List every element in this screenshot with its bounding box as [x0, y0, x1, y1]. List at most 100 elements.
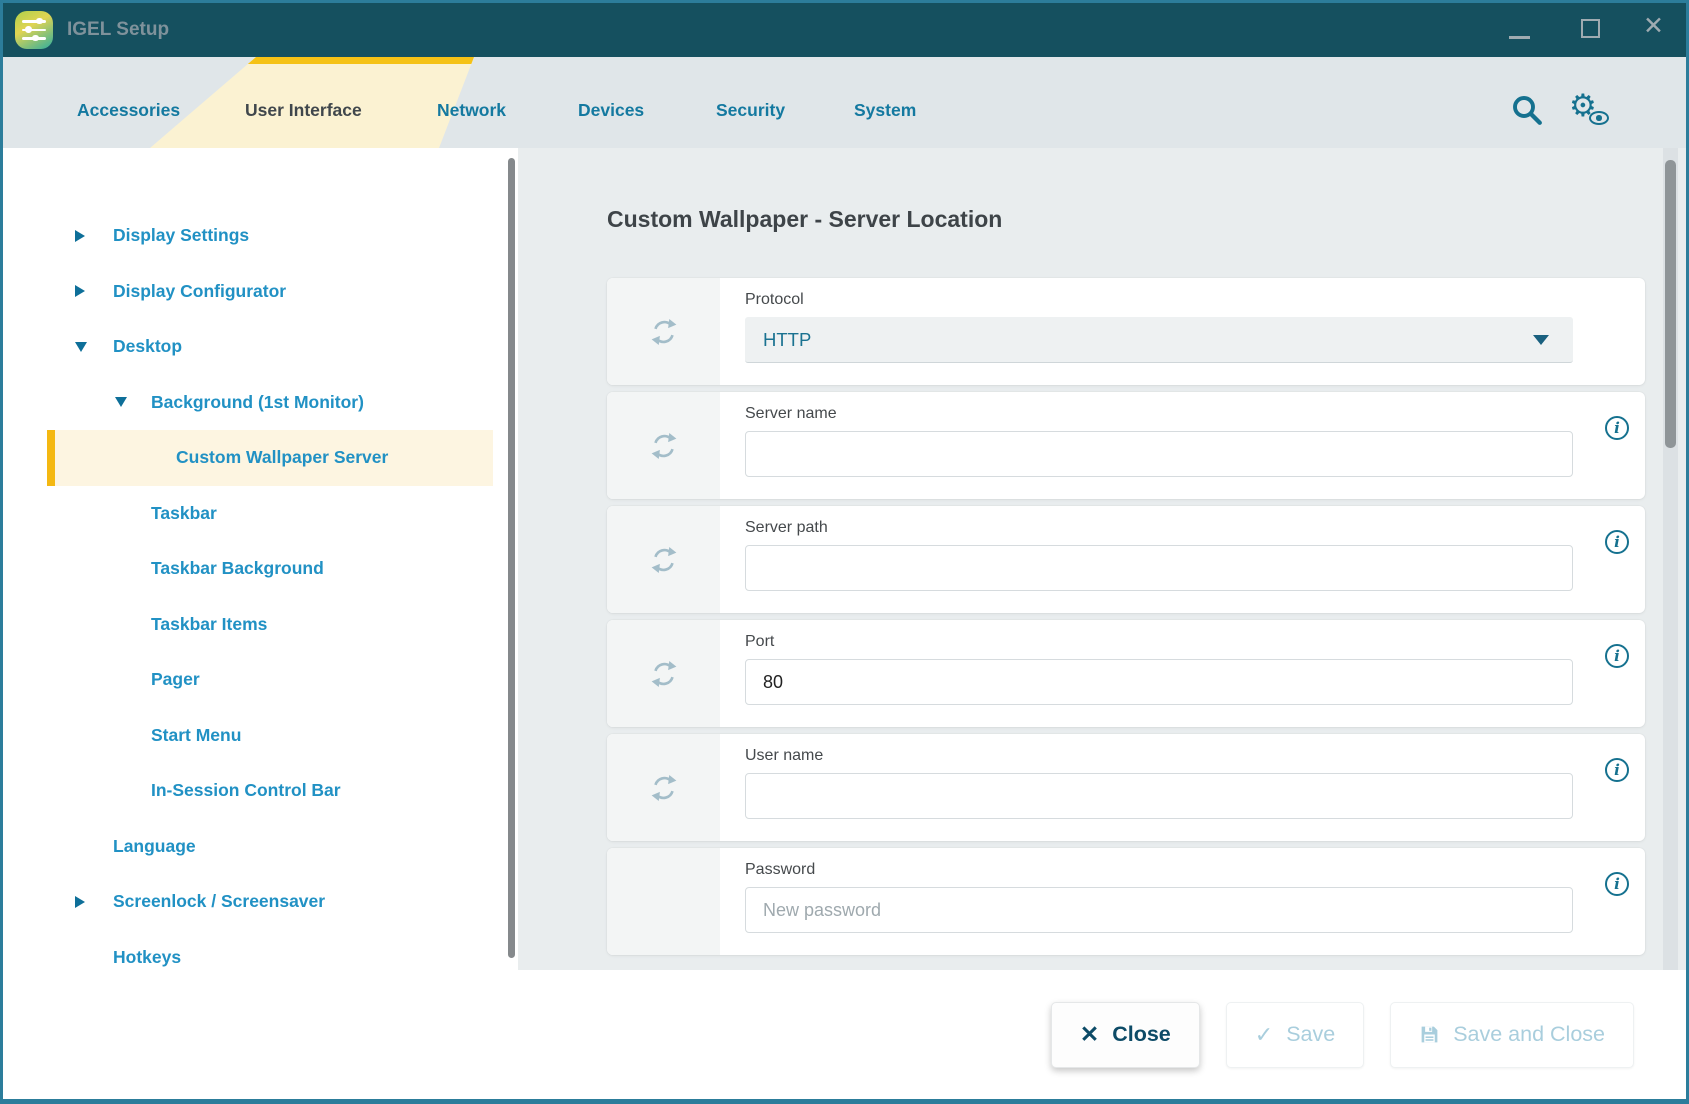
field-label: Server name	[745, 405, 1645, 423]
slider-line-icon	[22, 29, 46, 32]
reset-icon	[649, 317, 679, 347]
tree-item-taskbar-items[interactable]: Taskbar Items	[3, 597, 505, 653]
form-row-protocol: Protocol HTTP	[607, 278, 1645, 385]
tree-item-taskbar-background[interactable]: Taskbar Background	[3, 541, 505, 597]
reset-button[interactable]	[607, 392, 720, 499]
expand-arrow-icon[interactable]	[75, 285, 85, 297]
field-label: Password	[745, 861, 1645, 879]
tree-item-screenlock-screensaver[interactable]: Screenlock / Screensaver	[3, 874, 505, 930]
search-icon[interactable]	[1509, 92, 1545, 133]
field-label: Protocol	[745, 291, 1645, 309]
form-row-user-name: User name i	[607, 734, 1645, 841]
close-button[interactable]: ✕ Close	[1051, 1002, 1200, 1068]
reset-button[interactable]	[607, 278, 720, 385]
main-scrollbar-thumb[interactable]	[1665, 160, 1676, 448]
collapse-arrow-icon[interactable]	[75, 342, 87, 352]
title-bar: IGEL Setup ✕	[3, 3, 1686, 57]
field-label: Server path	[745, 519, 1645, 537]
eye-icon	[1589, 111, 1609, 125]
info-icon[interactable]: i	[1605, 758, 1629, 782]
password-input[interactable]	[745, 887, 1573, 933]
footer-bar: ✕ Close ✓ Save Save and Close	[3, 970, 1686, 1099]
save-and-close-button[interactable]: Save and Close	[1390, 1002, 1634, 1068]
close-button-label: Close	[1112, 1022, 1171, 1047]
form-row-port: Port i	[607, 620, 1645, 727]
tab-user-interface[interactable]: User Interface	[245, 100, 362, 121]
protocol-selected-value: HTTP	[763, 329, 811, 351]
close-window-button[interactable]: ✕	[1643, 14, 1664, 39]
sidebar-scrollbar[interactable]	[508, 158, 515, 958]
chevron-down-icon	[1533, 335, 1549, 345]
tree-item-label: Background (1st Monitor)	[151, 392, 364, 413]
save-button[interactable]: ✓ Save	[1226, 1002, 1364, 1068]
check-icon: ✓	[1255, 1022, 1273, 1048]
form-row-password: Password i	[607, 848, 1645, 955]
tab-network[interactable]: Network	[437, 100, 506, 121]
form-row-server-name: Server name i	[607, 392, 1645, 499]
tree-item-language[interactable]: Language	[3, 819, 505, 875]
user-name-input[interactable]	[745, 773, 1573, 819]
tree-item-label: Custom Wallpaper Server	[176, 447, 388, 468]
page-title: Custom Wallpaper - Server Location	[607, 206, 1002, 233]
save-and-close-button-label: Save and Close	[1453, 1022, 1605, 1047]
close-x-icon: ✕	[1080, 1021, 1099, 1048]
server-path-input[interactable]	[745, 545, 1573, 591]
protocol-select[interactable]: HTTP	[745, 317, 1573, 363]
view-settings-icon[interactable]: ⚙	[1569, 89, 1605, 127]
tree-item-hotkeys[interactable]: Hotkeys	[3, 930, 505, 971]
tree-item-taskbar[interactable]: Taskbar	[3, 486, 505, 542]
minimize-button[interactable]	[1509, 36, 1530, 39]
reset-icon	[649, 545, 679, 575]
field-label: User name	[745, 747, 1645, 765]
window-title: IGEL Setup	[67, 19, 169, 41]
content-area: Display Settings Display Configurator De…	[3, 148, 1686, 970]
tree-item-label: Taskbar Items	[151, 614, 267, 635]
save-button-label: Save	[1286, 1022, 1335, 1047]
tree-item-display-settings[interactable]: Display Settings	[3, 208, 505, 264]
slider-line-icon	[22, 20, 46, 23]
main-scrollbar-track[interactable]	[1663, 148, 1678, 970]
tree-item-label: Hotkeys	[113, 947, 181, 968]
tab-accessories[interactable]: Accessories	[77, 100, 180, 121]
tree-item-label: Desktop	[113, 336, 182, 357]
maximize-button[interactable]	[1581, 19, 1600, 38]
info-icon[interactable]: i	[1605, 872, 1629, 896]
info-icon[interactable]: i	[1605, 530, 1629, 554]
settings-tree: Display Settings Display Configurator De…	[3, 148, 505, 970]
floppy-disk-icon	[1419, 1024, 1440, 1045]
expand-arrow-icon[interactable]	[75, 896, 85, 908]
tree-item-label: In-Session Control Bar	[151, 780, 341, 801]
reset-button[interactable]	[607, 734, 720, 841]
tree-item-desktop[interactable]: Desktop	[3, 319, 505, 375]
igel-logo-icon	[15, 11, 53, 49]
tab-security[interactable]: Security	[716, 100, 785, 121]
port-input[interactable]	[745, 659, 1573, 705]
tree-item-custom-wallpaper-server[interactable]: Custom Wallpaper Server	[47, 430, 493, 486]
reset-icon	[649, 773, 679, 803]
tree-item-display-configurator[interactable]: Display Configurator	[3, 264, 505, 320]
slider-line-icon	[22, 37, 46, 40]
tab-devices[interactable]: Devices	[578, 100, 644, 121]
settings-panel: Custom Wallpaper - Server Location	[518, 148, 1686, 970]
server-name-input[interactable]	[745, 431, 1573, 477]
tree-item-label: Pager	[151, 669, 200, 690]
igel-setup-window: IGEL Setup ✕ Accessories User Interface …	[0, 0, 1689, 1104]
form-row-server-path: Server path i	[607, 506, 1645, 613]
tree-item-label: Display Settings	[113, 225, 249, 246]
tree-item-start-menu[interactable]: Start Menu	[3, 708, 505, 764]
reset-button[interactable]	[607, 620, 720, 727]
tree-item-label: Start Menu	[151, 725, 241, 746]
tree-item-label: Display Configurator	[113, 281, 286, 302]
expand-arrow-icon[interactable]	[75, 230, 85, 242]
tree-item-background-1st-monitor[interactable]: Background (1st Monitor)	[3, 375, 505, 431]
info-icon[interactable]: i	[1605, 416, 1629, 440]
info-icon[interactable]: i	[1605, 644, 1629, 668]
reset-icon	[649, 431, 679, 461]
tree-item-in-session-control-bar[interactable]: In-Session Control Bar	[3, 763, 505, 819]
reset-button[interactable]	[607, 506, 720, 613]
reset-column-empty	[607, 848, 720, 955]
tab-system[interactable]: System	[854, 100, 916, 121]
tree-item-label: Screenlock / Screensaver	[113, 891, 325, 912]
collapse-arrow-icon[interactable]	[115, 397, 127, 407]
tree-item-pager[interactable]: Pager	[3, 652, 505, 708]
